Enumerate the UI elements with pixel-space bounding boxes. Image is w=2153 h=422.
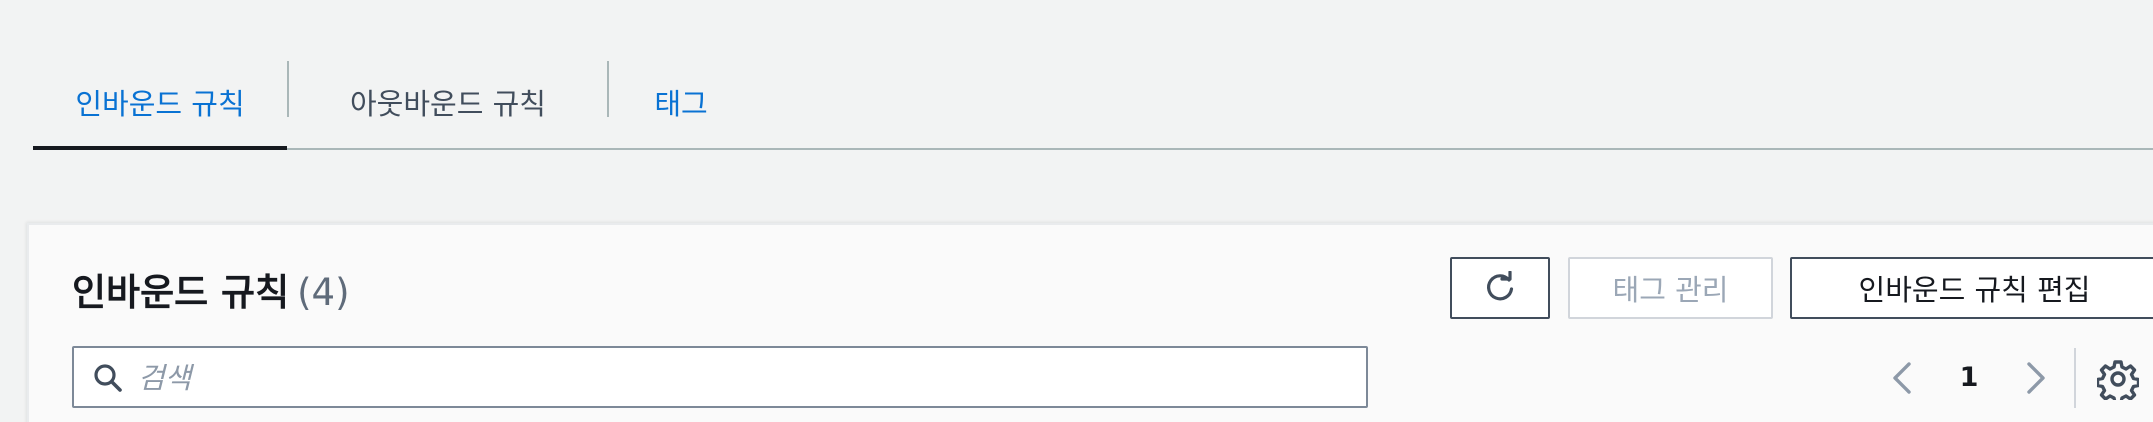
tab-outbound-rules-label: 아웃바운드 규칙 bbox=[350, 87, 546, 121]
refresh-button[interactable] bbox=[1450, 257, 1550, 319]
manage-tags-label: 태그 관리 bbox=[1612, 273, 1729, 307]
rule-count: (4) bbox=[297, 271, 350, 314]
tab-inbound-rules-label: 인바운드 규칙 bbox=[75, 87, 245, 121]
search-input[interactable] bbox=[136, 348, 1356, 408]
edit-inbound-rules-button[interactable]: 인바운드 규칙 편집 bbox=[1790, 257, 2153, 319]
edit-inbound-rules-label: 인바운드 규칙 편집 bbox=[1858, 273, 2091, 307]
page: 인바운드 규칙 아웃바운드 규칙 태그 인바운드 규칙 (4) 태그 관리 인바운… bbox=[0, 0, 2153, 422]
panel-title-text: 인바운드 규칙 bbox=[72, 271, 290, 314]
chevron-right-icon[interactable] bbox=[2014, 358, 2054, 398]
inbound-rules-panel: 인바운드 규칙(4) 태그 관리 인바운드 규칙 편집 1 bbox=[27, 223, 2153, 422]
pagination-divider bbox=[2074, 348, 2076, 408]
tab-outbound-rules[interactable]: 아웃바운드 규칙 bbox=[289, 56, 607, 148]
tab-tags-label: 태그 bbox=[654, 87, 708, 121]
search-icon bbox=[94, 364, 122, 392]
chevron-left-icon[interactable] bbox=[1884, 358, 1924, 398]
tab-bar: 인바운드 규칙 아웃바운드 규칙 태그 bbox=[33, 56, 2153, 150]
search-field[interactable] bbox=[72, 346, 1368, 408]
tab-inbound-rules[interactable]: 인바운드 규칙 bbox=[33, 56, 287, 150]
panel-title: 인바운드 규칙 (4) bbox=[72, 262, 350, 316]
gear-icon[interactable] bbox=[2097, 358, 2139, 400]
manage-tags-button[interactable]: 태그 관리 bbox=[1568, 257, 1773, 319]
current-page-number[interactable]: 1 bbox=[1951, 355, 1987, 399]
refresh-icon bbox=[1487, 271, 1514, 301]
tab-tags[interactable]: 태그 bbox=[609, 56, 753, 148]
